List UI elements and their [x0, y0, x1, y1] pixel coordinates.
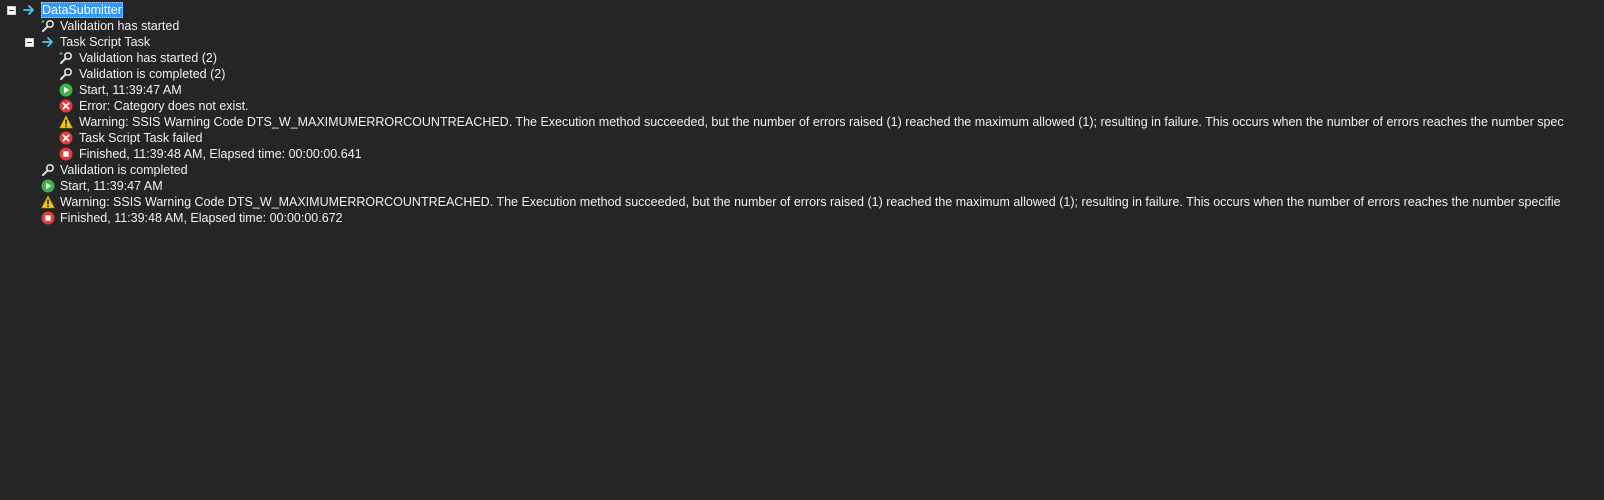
tree-node-label: Finished, 11:39:48 AM, Elapsed time: 00:…: [60, 211, 343, 225]
tree-node[interactable]: Warning: SSIS Warning Code DTS_W_MAXIMUM…: [0, 114, 1604, 130]
tree-node-label: Error: Category does not exist.: [79, 99, 249, 113]
tree-node-label: Start, 11:39:47 AM: [79, 83, 182, 97]
arrow-right-icon: [23, 5, 34, 15]
tree-node[interactable]: Task Script Task failed: [0, 130, 1604, 146]
validation-completed-icon: [42, 163, 55, 176]
warning-icon: [59, 115, 73, 129]
progress-tree-panel: DataSubmitter Validation has started Tas…: [0, 0, 1604, 500]
tree-node-label: Task Script Task: [60, 35, 151, 49]
finished-icon: [41, 211, 55, 225]
tree-node-label: Validation is completed (2): [79, 67, 226, 81]
warning-icon: [41, 195, 55, 209]
start-icon: [41, 179, 55, 193]
tree-node[interactable]: Error: Category does not exist.: [0, 98, 1604, 114]
tree-node-label: Validation is completed: [60, 163, 188, 177]
validation-started-icon: [59, 51, 73, 64]
validation-completed-icon: [60, 67, 73, 80]
tree-node-label: Task Script Task failed: [79, 131, 203, 145]
tree-node[interactable]: Validation has started (2): [0, 50, 1604, 66]
start-icon: [59, 83, 73, 97]
tree-node[interactable]: Finished, 11:39:48 AM, Elapsed time: 00:…: [0, 210, 1604, 226]
finished-icon: [59, 147, 73, 161]
validation-started-icon: [41, 19, 55, 32]
tree-node[interactable]: Validation has started: [0, 18, 1604, 34]
collapse-toggle[interactable]: [25, 38, 34, 47]
tree-node[interactable]: Validation is completed (2): [0, 66, 1604, 82]
tree-node-label[interactable]: DataSubmitter: [41, 2, 123, 18]
tree-node-task[interactable]: Task Script Task: [0, 34, 1604, 50]
collapse-toggle[interactable]: [7, 6, 16, 15]
tree-node[interactable]: Start, 11:39:47 AM: [0, 82, 1604, 98]
tree-node-label: Finished, 11:39:48 AM, Elapsed time: 00:…: [79, 147, 362, 161]
error-icon: [59, 131, 73, 145]
arrow-right-icon: [42, 37, 53, 47]
tree-node-root[interactable]: DataSubmitter: [0, 2, 1604, 18]
tree-node[interactable]: Finished, 11:39:48 AM, Elapsed time: 00:…: [0, 146, 1604, 162]
tree-node-label: Validation has started: [60, 19, 180, 33]
tree-node[interactable]: Start, 11:39:47 AM: [0, 178, 1604, 194]
error-icon: [59, 99, 73, 113]
tree-node-label: Validation has started (2): [79, 51, 218, 65]
tree-node-label: Start, 11:39:47 AM: [60, 179, 163, 193]
tree-node[interactable]: Warning: SSIS Warning Code DTS_W_MAXIMUM…: [0, 194, 1604, 210]
tree-node-label: Warning: SSIS Warning Code DTS_W_MAXIMUM…: [60, 195, 1561, 209]
tree-node[interactable]: Validation is completed: [0, 162, 1604, 178]
tree-node-label: Warning: SSIS Warning Code DTS_W_MAXIMUM…: [79, 115, 1564, 129]
